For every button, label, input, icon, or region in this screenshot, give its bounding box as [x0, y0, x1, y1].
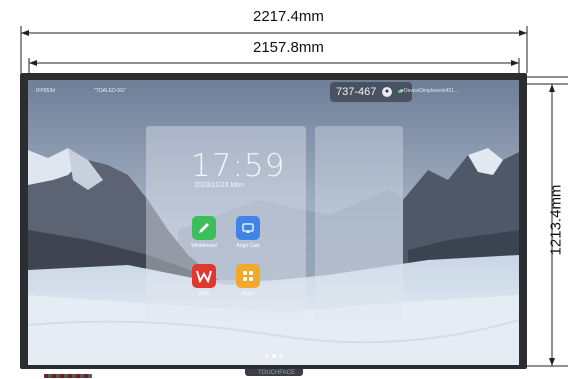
- wifi-name: "TOALED-5G": [94, 88, 126, 94]
- online-status-icon: [398, 90, 401, 93]
- side-widget-panel: [315, 126, 403, 322]
- meeting-code: 737-467: [336, 86, 377, 98]
- page-indicator: [265, 345, 286, 363]
- page-dot-active[interactable]: [272, 354, 276, 358]
- screen-width-arrow-left: [29, 60, 37, 66]
- height-arrow-bottom: [549, 358, 555, 366]
- total-width-label: 2217.4mm: [253, 8, 324, 25]
- app-label: Airgo Cast: [236, 243, 260, 249]
- grid-icon: [236, 264, 260, 288]
- app-label: WPS: [198, 291, 210, 297]
- total-width-arrow-right: [519, 30, 527, 36]
- pencil-icon: [192, 216, 216, 240]
- page-dot[interactable]: [265, 354, 269, 358]
- clock-time: 17:59: [191, 148, 286, 184]
- total-width-arrow-left: [21, 30, 29, 36]
- app-label: Whiteboard: [191, 243, 217, 249]
- display-screen: IFP653d "TOALED-5G" 737-467 ● ▾ DeviceDi…: [28, 80, 519, 365]
- device-model: IFP653d: [36, 88, 55, 94]
- user-icon: ●: [382, 87, 392, 97]
- device-name: DeviceDimpleserie451...: [404, 88, 459, 94]
- height-label: 1213.4mm: [547, 184, 565, 256]
- wps-icon: [192, 264, 216, 288]
- screen-width-arrow-right: [511, 60, 519, 66]
- page-dot[interactable]: [279, 354, 283, 358]
- app-wps[interactable]: WPS: [184, 264, 224, 297]
- app-more[interactable]: More: [228, 264, 268, 297]
- height-arrow-top: [549, 84, 555, 92]
- status-bar: IFP653d "TOALED-5G" 737-467 ● ▾ DeviceDi…: [28, 80, 519, 102]
- screen-width-label: 2157.8mm: [253, 39, 324, 56]
- brand-logo: TOUCHFACE: [258, 370, 295, 376]
- app-airgo-cast[interactable]: Airgo Cast: [228, 216, 268, 249]
- front-ports: [44, 374, 92, 378]
- app-whiteboard[interactable]: Whiteboard: [184, 216, 224, 249]
- cast-icon: [236, 216, 260, 240]
- app-label: More: [242, 291, 254, 297]
- clock-date: 2023/11/23 Mon: [194, 182, 245, 189]
